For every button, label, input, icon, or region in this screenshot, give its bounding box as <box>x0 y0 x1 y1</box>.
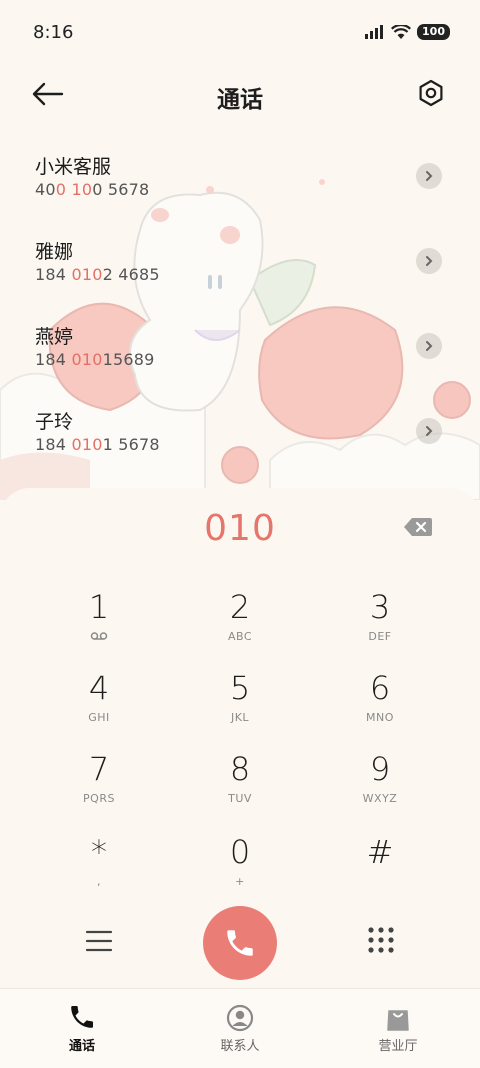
page-title: 通话 <box>217 87 263 113</box>
key-9[interactable]: 9 WXYZ <box>320 750 440 820</box>
key-3[interactable]: 3 DEF <box>320 588 440 658</box>
chevron-right-icon[interactable] <box>416 248 442 274</box>
chevron-right-icon[interactable] <box>416 333 442 359</box>
status-time: 8:16 <box>33 22 74 43</box>
phone-icon <box>71 1006 93 1028</box>
key-5[interactable]: 5 JKL <box>180 669 300 739</box>
key-8[interactable]: 8 TUV <box>180 750 300 820</box>
battery-indicator: 100 <box>417 24 450 40</box>
key-6[interactable]: 6 MNO <box>320 669 440 739</box>
tab-label: 联系人 <box>220 1039 260 1054</box>
tab-contacts[interactable]: 联系人 <box>160 989 320 1068</box>
voicemail-icon <box>90 632 108 640</box>
call-button[interactable] <box>203 906 277 980</box>
keypad-icon[interactable] <box>367 926 395 954</box>
contact-name: 燕婷 <box>35 326 74 348</box>
contact-name: 小米客服 <box>35 156 112 178</box>
signal-icon <box>365 25 384 39</box>
key-0[interactable]: 0 + <box>180 833 300 903</box>
contact-row[interactable]: 小米客服 400 100 5678 <box>0 140 480 225</box>
contact-list: 小米客服 400 100 5678 雅娜 184 0102 4685 燕婷 18… <box>0 140 480 480</box>
key-7[interactable]: 7 PQRS <box>39 750 159 820</box>
contact-row[interactable]: 燕婷 184 01015689 <box>0 310 480 395</box>
bottom-nav: 通话 联系人 营业厅 <box>0 988 480 1068</box>
backspace-icon[interactable] <box>403 516 433 538</box>
menu-icon[interactable] <box>84 928 114 954</box>
phone-icon <box>227 930 253 956</box>
contact-row[interactable]: 雅娜 184 0102 4685 <box>0 225 480 310</box>
key-4[interactable]: 4 GHI <box>39 669 159 739</box>
header: 通话 <box>0 66 480 124</box>
tab-service-hall[interactable]: 营业厅 <box>318 989 478 1068</box>
status-bar: 8:16 100 <box>0 0 480 66</box>
contact-row[interactable]: 子玲 184 0101 5678 <box>0 395 480 480</box>
status-icons: 100 <box>365 24 450 40</box>
chevron-right-icon[interactable] <box>416 163 442 189</box>
wifi-icon <box>391 24 412 39</box>
tab-label: 营业厅 <box>378 1039 418 1054</box>
store-bag-icon <box>387 1010 409 1031</box>
contact-name: 雅娜 <box>35 241 74 263</box>
chevron-right-icon[interactable] <box>416 418 442 444</box>
tab-calls[interactable]: 通话 <box>2 989 162 1068</box>
key-1[interactable]: 1 <box>39 588 159 658</box>
tab-label: 通话 <box>68 1039 95 1054</box>
key-star[interactable]: * , <box>39 833 159 903</box>
contact-number: 184 0101 5678 <box>35 435 160 454</box>
key-hash[interactable]: # <box>320 833 440 903</box>
contact-name: 子玲 <box>35 411 74 433</box>
settings-icon[interactable] <box>416 78 446 108</box>
key-2[interactable]: 2 ABC <box>180 588 300 658</box>
contact-number: 184 01015689 <box>35 350 155 369</box>
contact-number: 184 0102 4685 <box>35 265 160 284</box>
contact-number: 400 100 5678 <box>35 180 150 199</box>
contacts-icon <box>226 1004 254 1032</box>
